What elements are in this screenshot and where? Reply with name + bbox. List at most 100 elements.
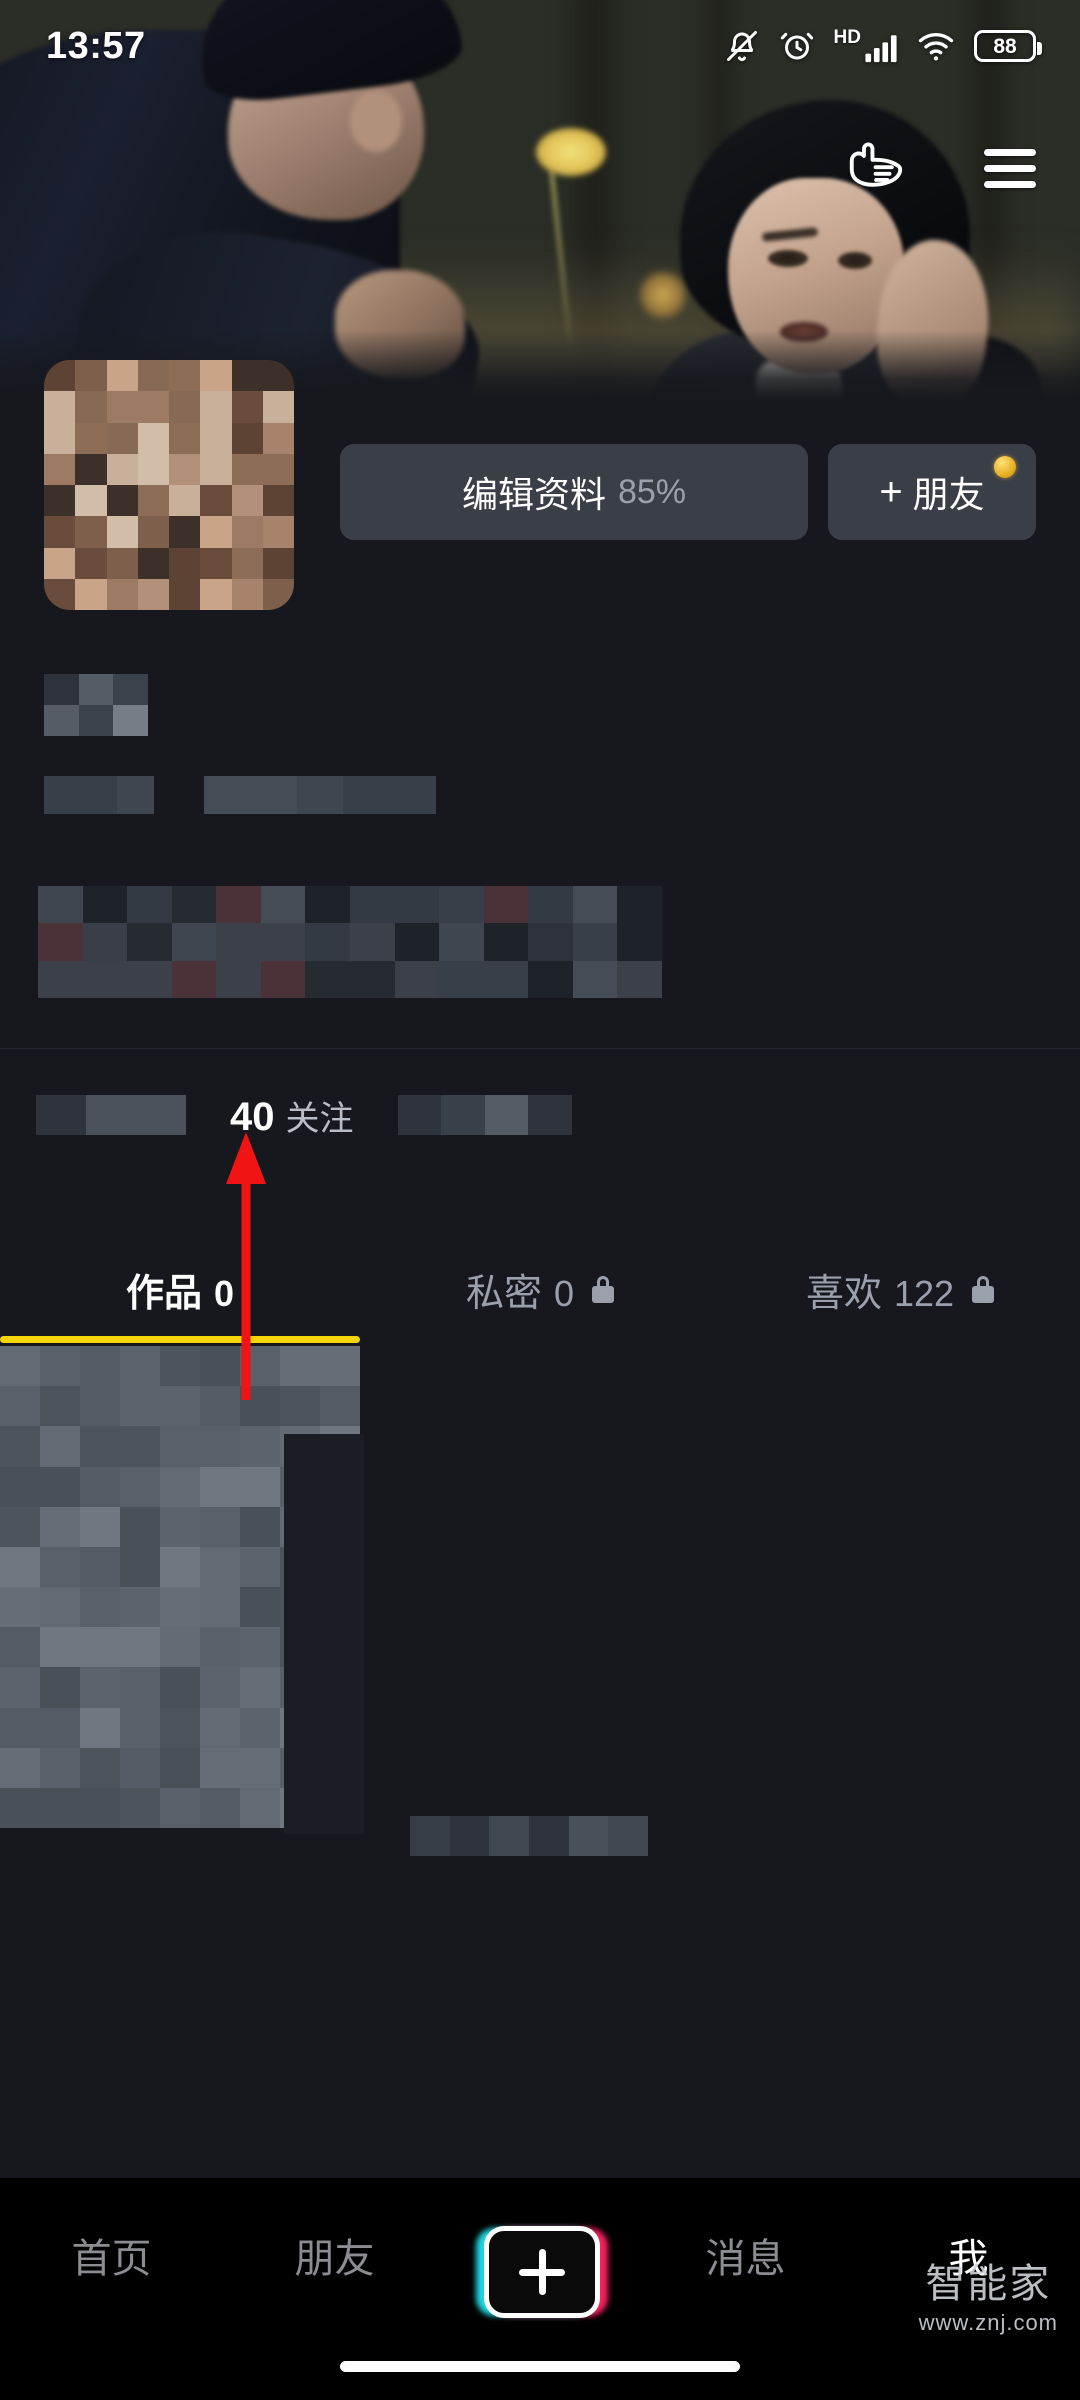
- mosaic-cell: [40, 1627, 80, 1668]
- mosaic-cell: [240, 1466, 280, 1507]
- mosaic-cell: [160, 1386, 200, 1427]
- mosaic-cell: [40, 1546, 80, 1587]
- mosaic-cell: [394, 886, 440, 924]
- mosaic-cell: [137, 453, 169, 485]
- stat-left-redacted[interactable]: [36, 1095, 186, 1135]
- nav-item-messages[interactable]: 消息: [658, 2226, 833, 2284]
- add-friend-label: 朋友: [912, 474, 985, 515]
- mosaic-cell: [216, 923, 261, 961]
- mosaic-cell: [231, 485, 263, 517]
- hamburger-menu-icon[interactable]: [984, 149, 1036, 188]
- video-thumbnail-secondary[interactable]: [284, 1434, 364, 1834]
- mosaic-cell: [80, 1787, 120, 1828]
- mosaic-cell: [389, 776, 436, 814]
- woman-eye: [768, 250, 808, 267]
- mosaic-cell: [40, 1386, 80, 1427]
- mosaic-cell: [439, 886, 484, 924]
- mosaic-cell: [106, 547, 138, 579]
- mosaic-cell: [137, 360, 169, 392]
- mosaic-cell: [0, 1426, 40, 1467]
- mosaic-cell: [216, 886, 261, 924]
- mosaic-cell: [262, 547, 294, 579]
- home-indicator[interactable]: [340, 2361, 740, 2372]
- create-post-button[interactable]: [470, 2226, 610, 2318]
- mosaic-cell: [44, 547, 76, 579]
- mosaic-cell: [305, 923, 350, 961]
- mosaic-cell: [40, 1667, 80, 1708]
- add-friend-button[interactable]: + 朋友: [828, 444, 1036, 540]
- profile-body: 编辑资料 85% + 朋友 40 关注 作品 0 私密 0 喜欢 122: [0, 360, 1080, 2400]
- mosaic-cell: [483, 923, 529, 961]
- profile-stats-row: 40 关注: [0, 1072, 1080, 1158]
- mosaic-cell: [260, 886, 306, 924]
- nav-item-home[interactable]: 首页: [24, 2226, 199, 2284]
- mosaic-cell: [617, 960, 662, 998]
- mosaic-cell: [169, 547, 201, 579]
- hamburger-bar: [984, 181, 1036, 188]
- mosaic-cell: [80, 776, 118, 814]
- mosaic-cell: [608, 1816, 648, 1856]
- mosaic-cell: [0, 1466, 40, 1507]
- mosaic-cell: [260, 923, 306, 961]
- tab-private[interactable]: 私密 0: [360, 1262, 720, 1317]
- mosaic-cell: [305, 960, 350, 998]
- mosaic-cell: [240, 1546, 280, 1587]
- nav-item-friends[interactable]: 朋友: [247, 2226, 422, 2284]
- douyin-profile-screen: 13:57 HD 88 编辑资料 85% + 朋友 40 关注 作品 0 私密 …: [0, 0, 1080, 2400]
- mosaic-cell: [200, 1386, 240, 1427]
- mosaic-cell: [80, 1426, 120, 1467]
- mosaic-cell: [36, 1095, 86, 1135]
- mosaic-cell: [200, 1546, 240, 1587]
- mosaic-cell: [120, 1426, 160, 1467]
- mosaic-cell: [528, 923, 573, 961]
- stat-right-redacted[interactable]: [397, 1095, 572, 1135]
- mosaic-cell: [160, 1747, 200, 1788]
- mosaic-cell: [200, 1707, 240, 1748]
- tab-works-count: 0: [213, 1272, 235, 1314]
- status-icons: HD 88: [724, 28, 1042, 65]
- coin-badge-icon: [994, 456, 1016, 478]
- tab-likes[interactable]: 喜欢 122: [720, 1262, 1080, 1317]
- mosaic-cell: [160, 1707, 200, 1748]
- mosaic-cell: [137, 485, 169, 517]
- mosaic-cell: [350, 886, 395, 924]
- following-stat[interactable]: 40 关注: [230, 1091, 354, 1140]
- mosaic-cell: [0, 1707, 40, 1748]
- mosaic-cell: [171, 886, 217, 924]
- mosaic-cell: [617, 923, 662, 961]
- mosaic-cell: [528, 960, 573, 998]
- mosaic-cell: [120, 1787, 160, 1828]
- profile-completion-percent: 85%: [617, 472, 687, 511]
- mosaic-cell: [483, 886, 529, 924]
- mosaic-cell: [572, 923, 618, 961]
- mosaic-cell: [44, 422, 76, 454]
- mosaic-cell: [82, 886, 128, 924]
- mosaic-cell: [40, 1707, 80, 1748]
- mosaic-cell: [80, 1707, 120, 1748]
- mosaic-cell: [160, 1587, 200, 1628]
- avatar[interactable]: [44, 360, 294, 610]
- mosaic-cell: [240, 1667, 280, 1708]
- mosaic-cell: [528, 1095, 572, 1135]
- mosaic-cell: [320, 1346, 360, 1387]
- mosaic-cell: [120, 1627, 160, 1668]
- pointing-hand-icon[interactable]: [844, 138, 906, 199]
- edit-profile-button[interactable]: 编辑资料 85%: [340, 444, 808, 540]
- mosaic-cell: [40, 1426, 80, 1467]
- mosaic-cell: [231, 516, 263, 548]
- plus-icon: +: [879, 469, 903, 514]
- lock-icon: [972, 1275, 995, 1303]
- mosaic-cell: [78, 674, 114, 705]
- status-bar: 13:57 HD 88: [0, 0, 1080, 92]
- mosaic-cell: [260, 960, 306, 998]
- mosaic-cell: [320, 1386, 360, 1427]
- mosaic-cell: [80, 1587, 120, 1628]
- mosaic-cell: [106, 578, 138, 610]
- tab-private-label: 私密: [465, 1272, 542, 1315]
- tab-works[interactable]: 作品 0: [0, 1262, 360, 1317]
- create-plate: [484, 2226, 600, 2318]
- mosaic-cell: [483, 960, 529, 998]
- mosaic-cell: [160, 1667, 200, 1708]
- profile-bio-redacted: [38, 886, 662, 998]
- mosaic-cell: [80, 1386, 120, 1427]
